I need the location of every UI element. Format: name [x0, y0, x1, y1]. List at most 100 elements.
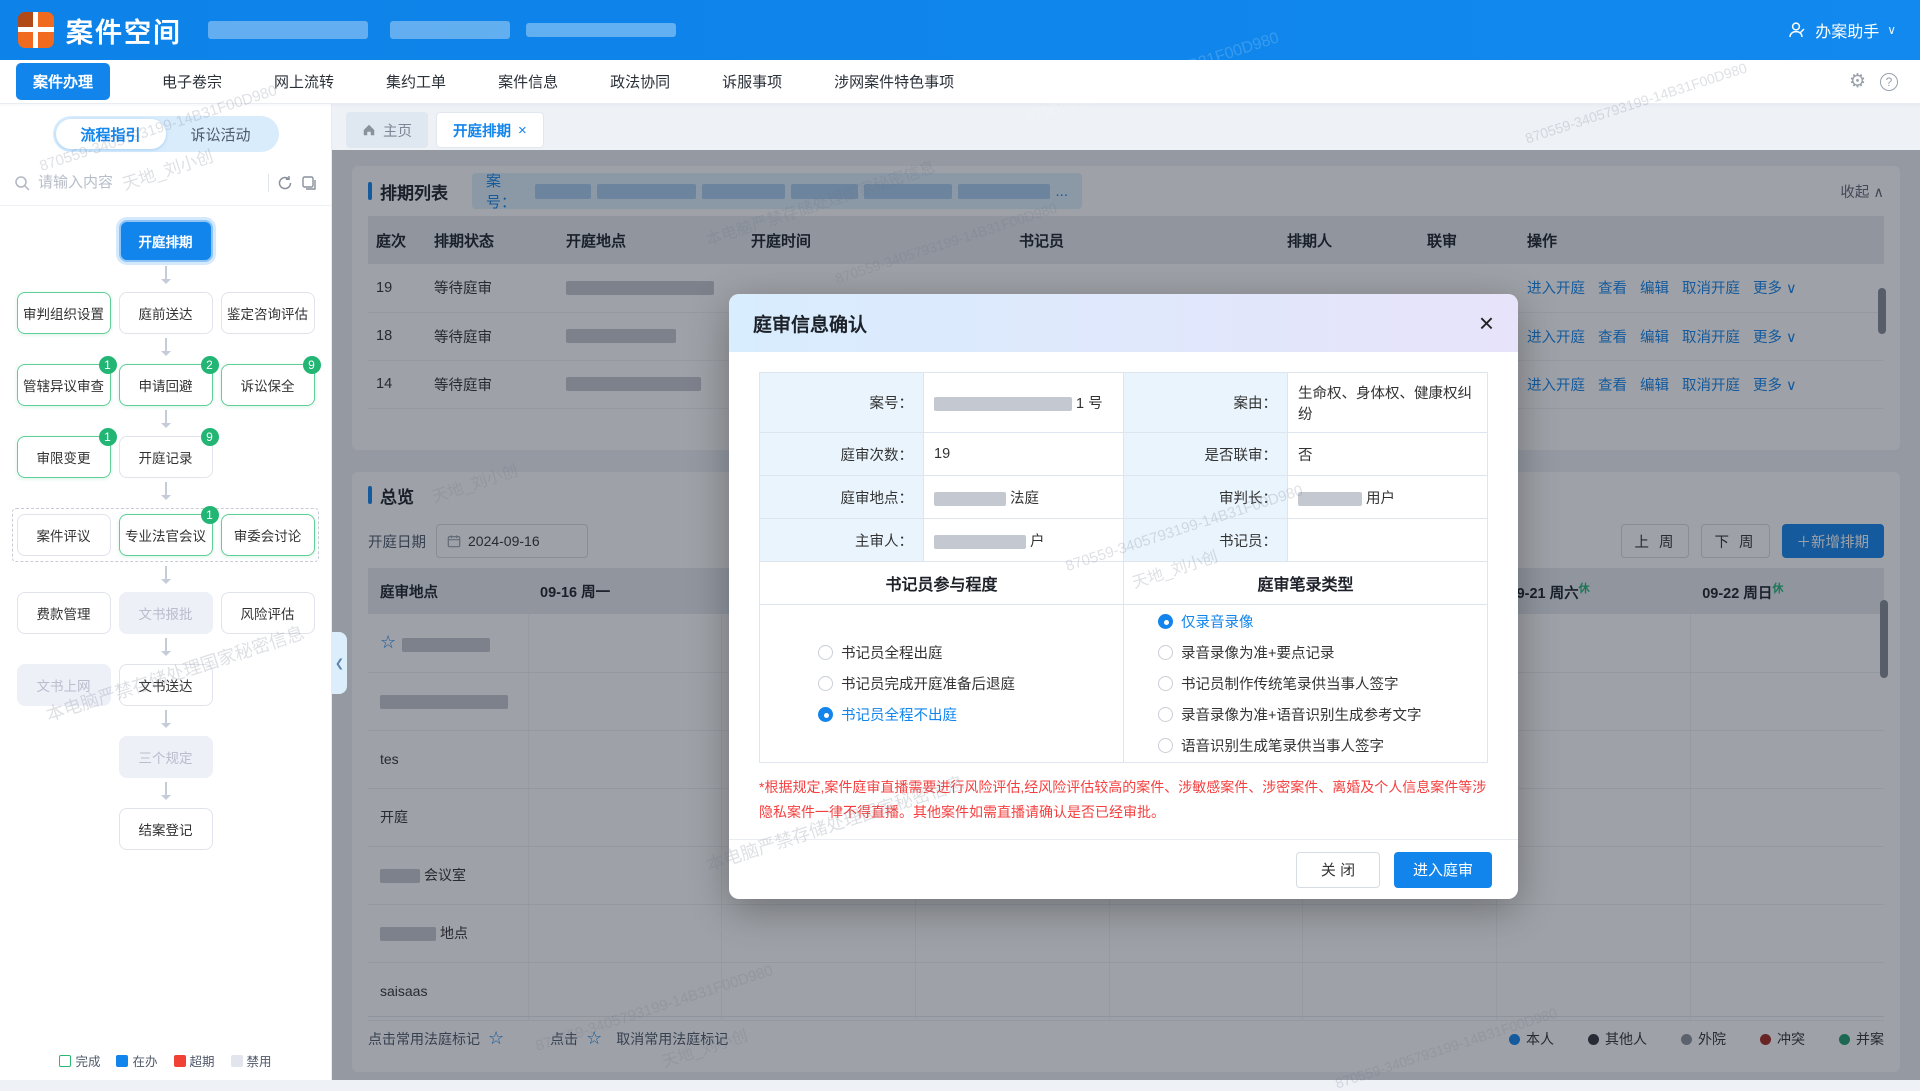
dialog-title: 庭审信息确认 — [753, 310, 867, 337]
clerk-participation-options: 书记员全程出庭 书记员完成开庭准备后退庭 书记员全程不出庭 — [770, 642, 1113, 725]
nav-legal-collab[interactable]: 政法协同 — [610, 71, 670, 92]
radio-icon — [1158, 707, 1173, 722]
flow-node-recusal[interactable]: 申请回避 2 — [119, 364, 213, 406]
cause-value: 生命权、身体权、健康权纠纷 — [1288, 373, 1488, 433]
radio-option[interactable]: 书记员完成开庭准备后退庭 — [818, 673, 1113, 694]
dialog-header: 庭审信息确认 × — [729, 294, 1518, 352]
joint-trial-value: 否 — [1288, 433, 1488, 476]
flow-node-case-review[interactable]: 案件评议 — [17, 514, 111, 556]
main-nav: 案件办理 电子卷宗 网上流转 集约工单 案件信息 政法协同 诉服事项 涉网案件特… — [0, 60, 1920, 104]
flow-node-time-limit-change[interactable]: 审限变更 1 — [17, 436, 111, 478]
count-badge: 1 — [99, 356, 117, 374]
flow-node-jurisdiction-review[interactable]: 管辖异议审查 1 — [17, 364, 111, 406]
count-badge: 1 — [99, 428, 117, 446]
close-icon[interactable]: × — [1479, 310, 1494, 336]
flow-node-document-approval: 文书报批 — [119, 592, 213, 634]
user-menu-label: 办案助手 — [1815, 18, 1879, 42]
app-header: 案件空间 办案助手 ∨ — [0, 0, 1920, 60]
nav-online-transfer[interactable]: 网上流转 — [274, 71, 334, 92]
sidebar-toggle: 流程指引 诉讼活动 — [53, 116, 279, 152]
clerk-value — [1288, 519, 1488, 562]
nav-e-files[interactable]: 电子卷宗 — [162, 71, 222, 92]
flow-node-risk-assessment[interactable]: 风险评估 — [221, 592, 315, 634]
flow-node-document-online: 文书上网 — [17, 664, 111, 706]
flow-group-deliberation: 案件评议 专业法官会议 1 审委会讨论 — [12, 508, 319, 562]
session-count-value: 19 — [924, 433, 1124, 476]
chevron-down-icon: ∨ — [1887, 23, 1896, 37]
flow-arrow — [0, 778, 331, 808]
search-icon — [14, 175, 30, 191]
hearing-info-table: 案号： 1 号 案由： 生命权、身体权、健康权纠纷 庭审次数： 19 是否联审：… — [759, 372, 1488, 763]
tab-home[interactable]: 主页 — [346, 112, 428, 148]
radio-option[interactable]: 书记员制作传统笔录供当事人签字 — [1158, 673, 1477, 694]
flow-status-legend: 完成 在办 超期 禁用 — [0, 1051, 331, 1070]
presiding-value: 户 — [924, 519, 1124, 562]
flow-arrow — [0, 634, 331, 664]
radio-option-selected[interactable]: 仅录音录像 — [1158, 611, 1477, 632]
count-badge: 9 — [201, 428, 219, 446]
flow-node-hearing-record[interactable]: 开庭记录 9 — [119, 436, 213, 478]
tab-hearing-schedule[interactable]: 开庭排期 × — [436, 112, 544, 148]
divider — [268, 174, 269, 192]
flow-arrow — [0, 478, 331, 508]
app-title: 案件空间 — [66, 11, 182, 50]
radio-option[interactable]: 书记员全程出庭 — [818, 642, 1113, 663]
nav-internet-case[interactable]: 涉网案件特色事项 — [834, 71, 954, 92]
place-value: 法庭 — [924, 476, 1124, 519]
gear-icon[interactable]: ⚙ — [1849, 70, 1866, 93]
radio-icon — [1158, 676, 1173, 691]
flow-node-appraisal[interactable]: 鉴定咨询评估 — [221, 292, 315, 334]
flow-node-trial-org[interactable]: 审判组织设置 — [17, 292, 111, 334]
nav-litigation-service[interactable]: 诉服事项 — [722, 71, 782, 92]
enter-hearing-button[interactable]: 进入庭审 — [1394, 852, 1492, 888]
toggle-litigation-activity[interactable]: 诉讼活动 — [166, 119, 276, 149]
layers-icon[interactable] — [301, 175, 317, 191]
flow-node-hearing-schedule[interactable]: 开庭排期 — [119, 220, 213, 262]
radio-option-selected[interactable]: 书记员全程不出庭 — [818, 704, 1113, 725]
flow-arrow — [0, 706, 331, 736]
nav-work-orders[interactable]: 集约工单 — [386, 71, 446, 92]
help-icon[interactable]: ? — [1880, 73, 1898, 91]
page-tabstrip: 主页 开庭排期 × — [346, 112, 544, 148]
record-type-header: 庭审笔录类型 — [1124, 562, 1488, 605]
nav-case-info[interactable]: 案件信息 — [498, 71, 558, 92]
flow-node-judge-meeting[interactable]: 专业法官会议 1 — [119, 514, 213, 556]
clerk-participation-header: 书记员参与程度 — [760, 562, 1124, 605]
count-badge: 1 — [201, 506, 219, 524]
radio-option[interactable]: 录音录像为准+语音识别生成参考文字 — [1158, 704, 1477, 725]
flow-node-preservation[interactable]: 诉讼保全 9 — [221, 364, 315, 406]
sidebar: 流程指引 诉讼活动 开庭排期 审判组织设置 庭前送达 鉴定咨询评估 — [0, 104, 332, 1080]
radio-icon — [1158, 614, 1173, 629]
redacted-header-text — [208, 21, 368, 39]
flow-arrow — [0, 406, 331, 436]
flow-arrow — [0, 562, 331, 592]
radio-icon — [1158, 645, 1173, 660]
user-menu[interactable]: 办案助手 ∨ — [1787, 18, 1896, 42]
close-tab-icon[interactable]: × — [518, 122, 527, 139]
process-flowchart: 开庭排期 审判组织设置 庭前送达 鉴定咨询评估 管辖异议审查 1 申请回避 2 … — [0, 206, 331, 850]
toggle-process-guide[interactable]: 流程指引 — [56, 119, 166, 149]
close-button[interactable]: 关 闭 — [1296, 852, 1380, 888]
user-icon — [1787, 20, 1807, 40]
flow-node-fee-management[interactable]: 费款管理 — [17, 592, 111, 634]
flow-node-committee-discussion[interactable]: 审委会讨论 — [221, 514, 315, 556]
radio-icon — [818, 676, 833, 691]
refresh-icon[interactable] — [277, 175, 293, 191]
search-input[interactable] — [38, 174, 260, 191]
radio-option[interactable]: 语音识别生成笔录供当事人签字 — [1158, 735, 1477, 756]
flow-node-document-delivery[interactable]: 文书送达 — [119, 664, 213, 706]
flow-node-case-closing[interactable]: 结案登记 — [119, 808, 213, 850]
record-type-options: 仅录音录像 录音录像为准+要点记录 书记员制作传统笔录供当事人签字 录音录像为准… — [1134, 611, 1477, 756]
flow-node-three-rules: 三个规定 — [119, 736, 213, 778]
live-broadcast-warning: *根据规定,案件庭审直播需要进行风险评估,经风险评估较高的案件、涉敏感案件、涉密… — [759, 775, 1488, 825]
sidebar-search — [0, 160, 331, 206]
count-badge: 2 — [201, 356, 219, 374]
sidebar-collapse-handle[interactable]: ❮ — [332, 632, 347, 694]
nav-case-handling[interactable]: 案件办理 — [16, 63, 110, 100]
dialog-footer: 关 闭 进入庭审 — [729, 839, 1518, 899]
redacted-header-text — [390, 21, 510, 39]
app-logo-icon — [18, 12, 54, 48]
radio-option[interactable]: 录音录像为准+要点记录 — [1158, 642, 1477, 663]
flow-node-pretrial-delivery[interactable]: 庭前送达 — [119, 292, 213, 334]
hearing-confirm-dialog: 庭审信息确认 × 案号： 1 号 案由： 生命权、身体权、健康权纠纷 庭审次数：… — [729, 294, 1518, 899]
